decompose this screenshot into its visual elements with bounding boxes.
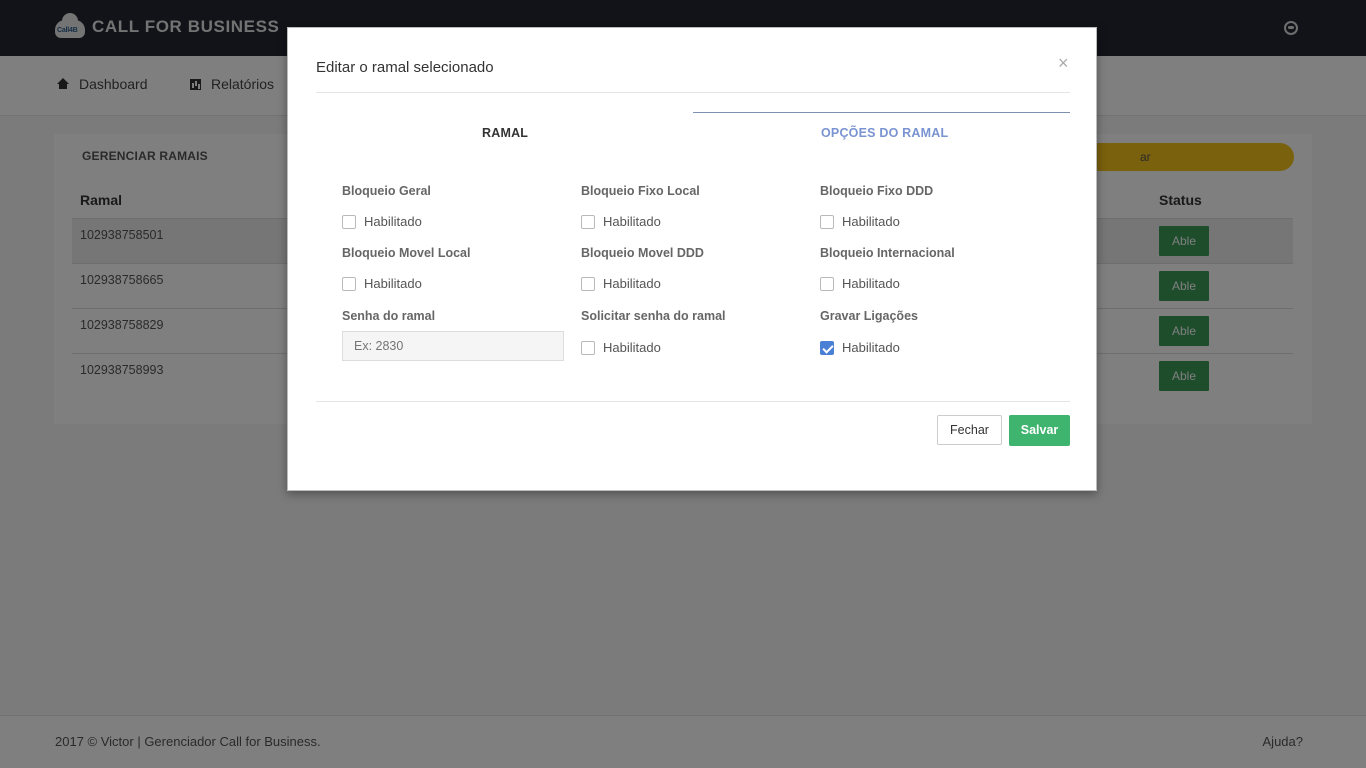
- checkbox-bloqueio-internacional[interactable]: Habilitado: [820, 276, 900, 291]
- salvar-button[interactable]: Salvar: [1009, 415, 1070, 446]
- checkbox-bloqueio-movel-ddd[interactable]: Habilitado: [581, 276, 661, 291]
- option-label-bloqueio-fixo-ddd: Bloqueio Fixo DDD: [820, 184, 934, 198]
- tab-opcoes-do-ramal[interactable]: OPÇÕES DO RAMAL: [821, 126, 948, 140]
- checkbox-bloqueio-fixo-ddd[interactable]: Habilitado: [820, 214, 900, 229]
- modal-title: Editar o ramal selecionado: [316, 59, 494, 76]
- checkbox-gravar-ligacoes[interactable]: Habilitado: [820, 340, 900, 355]
- header-divider: [316, 92, 1070, 93]
- checkbox-label: Habilitado: [364, 276, 422, 291]
- checkbox-label: Habilitado: [603, 276, 661, 291]
- checkbox-box[interactable]: [342, 276, 356, 291]
- option-label-gravar-ligacoes: Gravar Ligações: [820, 309, 918, 323]
- option-label-bloqueio-movel-ddd: Bloqueio Movel DDD: [581, 246, 704, 260]
- edit-ramal-modal: Editar o ramal selecionado × RAMAL OPÇÕE…: [287, 27, 1097, 491]
- checkbox-label: Habilitado: [603, 340, 661, 355]
- option-label-bloqueio-geral: Bloqueio Geral: [342, 184, 431, 198]
- checkbox-bloqueio-geral[interactable]: Habilitado: [342, 214, 422, 229]
- option-label-bloqueio-fixo-local: Bloqueio Fixo Local: [581, 184, 700, 198]
- checkbox-label: Habilitado: [364, 214, 422, 229]
- option-label-bloqueio-internacional: Bloqueio Internacional: [820, 246, 955, 260]
- password-label: Senha do ramal: [342, 309, 436, 323]
- checkbox-box-checked[interactable]: [820, 340, 834, 355]
- checkbox-label: Habilitado: [842, 340, 900, 355]
- password-input[interactable]: [342, 331, 564, 361]
- option-label-bloqueio-movel-local: Bloqueio Movel Local: [342, 246, 471, 260]
- checkbox-bloqueio-movel-local[interactable]: Habilitado: [342, 276, 422, 291]
- footer-divider: [316, 401, 1070, 402]
- checkbox-label: Habilitado: [842, 276, 900, 291]
- tab-ramal[interactable]: RAMAL: [482, 126, 528, 140]
- fechar-button[interactable]: Fechar: [937, 415, 1002, 445]
- checkbox-box[interactable]: [581, 340, 595, 355]
- close-icon[interactable]: ×: [1058, 53, 1069, 74]
- active-tab-indicator: [693, 112, 1070, 113]
- checkbox-box[interactable]: [581, 276, 595, 291]
- checkbox-box[interactable]: [820, 214, 834, 229]
- checkbox-bloqueio-fixo-local[interactable]: Habilitado: [581, 214, 661, 229]
- option-label-solicitar-senha: Solicitar senha do ramal: [581, 309, 726, 323]
- checkbox-label: Habilitado: [603, 214, 661, 229]
- checkbox-label: Habilitado: [842, 214, 900, 229]
- checkbox-box[interactable]: [342, 214, 356, 229]
- checkbox-solicitar-senha[interactable]: Habilitado: [581, 340, 661, 355]
- checkbox-box[interactable]: [820, 276, 834, 291]
- checkbox-box[interactable]: [581, 214, 595, 229]
